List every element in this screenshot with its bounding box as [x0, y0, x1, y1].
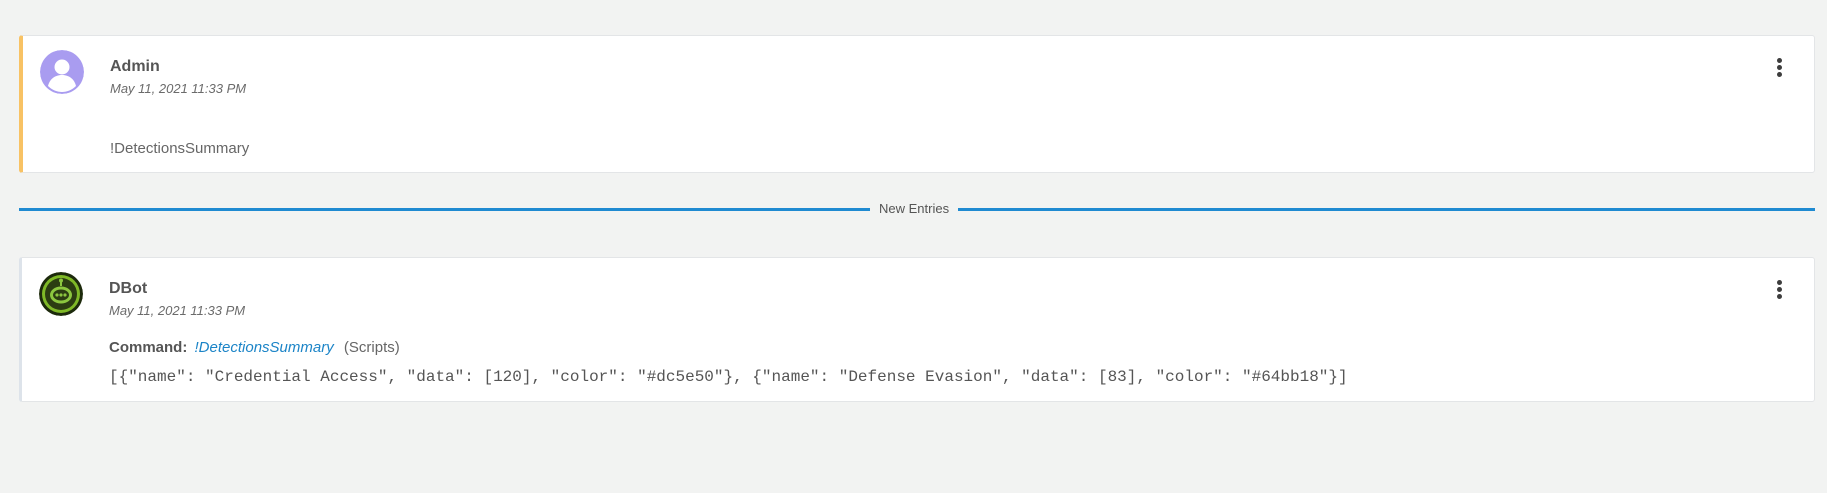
entry-timestamp: May 11, 2021 11:33 PM: [110, 81, 247, 96]
entry-timestamp: May 11, 2021 11:33 PM: [109, 303, 246, 318]
robot-avatar-icon: [39, 272, 83, 316]
command-output: [{"name": "Credential Access", "data": […: [109, 368, 1348, 386]
entry-author: DBot: [109, 280, 148, 297]
entry-author: Admin: [110, 58, 160, 75]
timeline-entry-dbot: DBot May 11, 2021 11:33 PM Command: !Det…: [19, 257, 1815, 402]
command-label: Command:: [109, 339, 188, 356]
user-avatar-icon: [40, 50, 84, 94]
command-source: (Scripts): [343, 339, 400, 356]
timeline-entry-admin: Admin May 11, 2021 11:33 PM !DetectionsS…: [19, 35, 1815, 173]
kebab-menu-icon[interactable]: [1774, 58, 1784, 80]
new-entries-label: New Entries: [870, 201, 959, 217]
entry-message: !DetectionsSummary: [110, 140, 250, 157]
kebab-menu-icon[interactable]: [1774, 280, 1784, 302]
command-line: Command: !DetectionsSummary (Scripts): [109, 339, 400, 356]
command-link[interactable]: !DetectionsSummary: [195, 339, 334, 356]
war-room-timeline: Admin May 11, 2021 11:33 PM !DetectionsS…: [0, 0, 1827, 493]
